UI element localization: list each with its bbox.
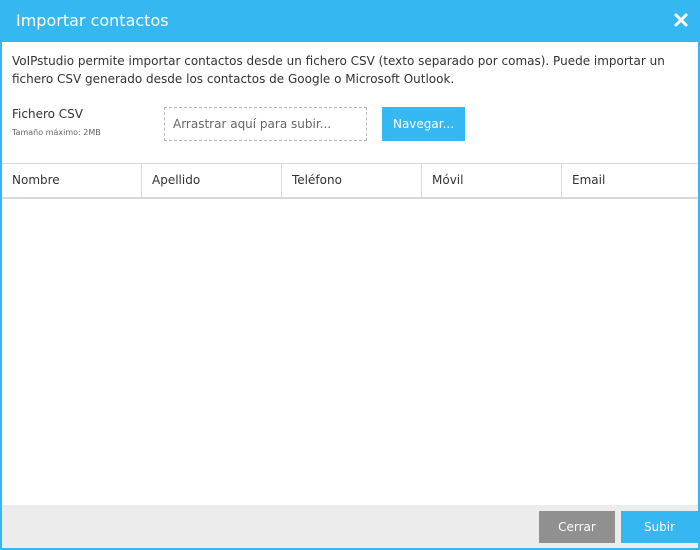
- dialog-titlebar: Importar contactos: [0, 0, 700, 42]
- dialog-footer: Cerrar Subir: [2, 505, 698, 548]
- close-button[interactable]: Cerrar: [539, 511, 615, 543]
- column-header-movil[interactable]: Móvil: [422, 164, 562, 197]
- max-size-hint: Tamaño máximo: 2MB: [12, 128, 101, 137]
- column-header-apellido[interactable]: Apellido: [142, 164, 282, 197]
- browse-button[interactable]: Navegar...: [382, 107, 465, 141]
- column-header-telefono[interactable]: Teléfono: [282, 164, 422, 197]
- dialog-title: Importar contactos: [16, 11, 169, 30]
- dialog-description: VoIPstudio permite importar contactos de…: [12, 54, 665, 86]
- close-icon[interactable]: [674, 12, 688, 27]
- csv-dropzone[interactable]: Arrastrar aquí para subir...: [164, 107, 367, 141]
- column-header-nombre[interactable]: Nombre: [2, 164, 142, 197]
- import-contacts-dialog: Importar contactos VoIPstudio permite im…: [0, 0, 700, 550]
- upload-button[interactable]: Subir: [621, 511, 698, 543]
- column-header-email[interactable]: Email: [562, 164, 698, 197]
- csv-file-label: Fichero CSV: [12, 107, 83, 121]
- contacts-table-body: [2, 199, 698, 505]
- contacts-table-header: Nombre Apellido Teléfono Móvil Email: [2, 163, 698, 199]
